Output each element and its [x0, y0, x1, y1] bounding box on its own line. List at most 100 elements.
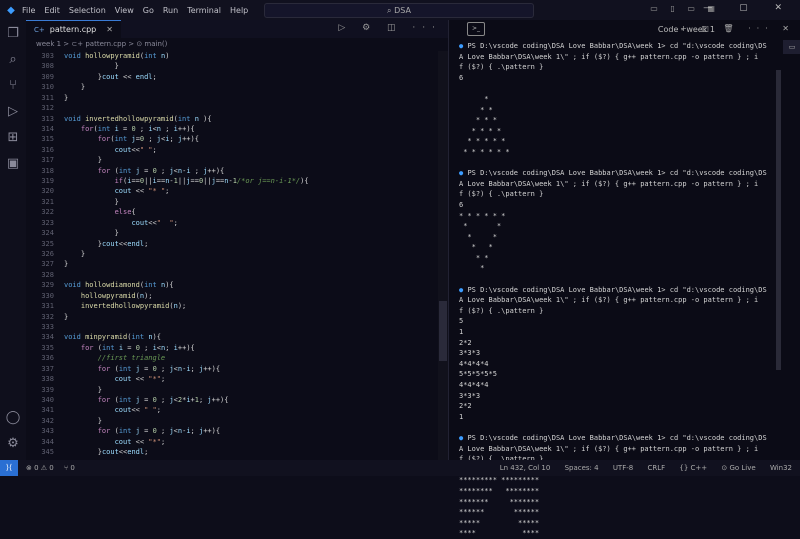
account-icon[interactable]: ◯ [0, 404, 26, 430]
code-view[interactable]: 303 void hollowpyramid(int n) 308 } 309 }co… [26, 51, 436, 457]
code-line[interactable]: 314 for(int i = 0 ; i<n ; i++){ [26, 124, 436, 134]
code-line[interactable]: 308 } [26, 61, 436, 71]
code-line[interactable]: 322 else{ [26, 207, 436, 217]
code-line[interactable]: 327} [26, 259, 436, 269]
panel-actions[interactable]: + ◫ 🗑 ··· ✕ [680, 24, 795, 33]
close-tab-icon[interactable]: ✕ [106, 25, 113, 34]
search-icon[interactable]: ⌕ [0, 46, 26, 72]
command-search[interactable]: ⌕ DSA [264, 3, 534, 18]
code-text[interactable]: }cout<<endl; [64, 447, 149, 457]
code-line[interactable]: 343 for (int j = 0 ; j<n-i; j++){ [26, 426, 436, 436]
editor-toolbar[interactable]: ▷ ⚙ ◫ ··· [338, 23, 442, 33]
menu-item-selection[interactable]: Selection [69, 6, 106, 15]
platform[interactable]: Win32 [770, 464, 792, 472]
menu-item-run[interactable]: Run [163, 6, 178, 15]
code-line[interactable]: 319 if(i==0||i==n-1||j==0||j==n-1/*or j=… [26, 176, 436, 186]
language-mode[interactable]: {} C++ [679, 464, 707, 472]
code-line[interactable]: 337 for (int j = 0 ; j<n-i; j++){ [26, 364, 436, 374]
code-line[interactable]: 332} [26, 312, 436, 322]
code-line[interactable]: 303 void hollowpyramid(int n) [26, 51, 436, 61]
code-line[interactable]: 315 for(int j=0 ; j<i; j++){ [26, 134, 436, 144]
code-line[interactable]: 312 [26, 103, 436, 113]
code-text[interactable]: cout<< " "; [64, 405, 161, 415]
code-line[interactable]: 340 for (int j = 0 ; j<2*i+1; j++){ [26, 395, 436, 405]
code-text[interactable]: for(int i = 0 ; i<n ; i++){ [64, 124, 195, 134]
go-live-button[interactable]: ⊙ Go Live [721, 464, 755, 472]
menu-item-edit[interactable]: Edit [44, 6, 60, 15]
code-line[interactable]: 320 cout << "* "; [26, 186, 436, 196]
code-text[interactable]: cout << "* "; [64, 186, 170, 196]
code-line[interactable]: 316 cout<<" "; [26, 145, 436, 155]
code-text[interactable]: }cout<<endl; [64, 239, 149, 249]
indentation[interactable]: Spaces: 4 [565, 464, 599, 472]
code-line[interactable]: 309 }cout << endl; [26, 72, 436, 82]
code-text[interactable]: } [64, 82, 85, 92]
editor-scrollbar[interactable] [438, 51, 448, 460]
code-text[interactable]: cout<<" "; [64, 145, 157, 155]
code-text[interactable]: void hollowpyramid(int n) [64, 51, 169, 61]
code-text[interactable]: for (int j = 0 ; j<n-i; j++){ [64, 364, 220, 374]
code-line[interactable]: 344 cout << "*"; [26, 437, 436, 447]
code-line[interactable]: 321 } [26, 197, 436, 207]
menu-item-file[interactable]: File [22, 6, 35, 15]
breadcrumb[interactable]: week 1 > ⊂+ pattern.cpp > ⊙ main() [26, 38, 448, 50]
code-line[interactable]: 339 } [26, 385, 436, 395]
code-line[interactable]: 313 void invertedhollowpyramid(int n ){ [26, 114, 436, 124]
code-line[interactable]: 318 for (int j = 0 ; j<n-i ; j++){ [26, 166, 436, 176]
extensions-icon[interactable]: ⊞ [0, 124, 26, 150]
code-line[interactable]: 334 void minpyramid(int n){ [26, 332, 436, 342]
encoding[interactable]: UTF-8 [613, 464, 633, 472]
code-line[interactable]: 333 [26, 322, 436, 332]
remote-indicator-icon[interactable]: ⟩⟨ [0, 460, 18, 476]
source-control-icon[interactable]: ⑂ [0, 72, 26, 98]
code-text[interactable]: for (int i = 0 ; i<n; i++){ [64, 343, 195, 353]
code-text[interactable]: cout << "*"; [64, 374, 166, 384]
terminal-icon[interactable]: >_ [467, 22, 485, 36]
terminal-entry-icon[interactable]: ▭ [783, 40, 800, 54]
problems-count[interactable]: ⊗ 0 ⚠ 0 [26, 464, 54, 472]
code-line[interactable]: 336 //first triangle [26, 353, 436, 363]
code-text[interactable]: } [64, 61, 119, 71]
code-text[interactable]: } [64, 93, 68, 103]
code-text[interactable]: void hollowdiamond(int n){ [64, 280, 174, 290]
code-line[interactable]: 323 cout<<" "; [26, 218, 436, 228]
menu-item-view[interactable]: View [115, 6, 134, 15]
code-text[interactable]: } [64, 312, 68, 322]
code-text[interactable]: } [64, 259, 68, 269]
window-controls[interactable]: — ▢ ✕ [703, 3, 794, 13]
code-line[interactable]: 338 cout << "*"; [26, 374, 436, 384]
code-line[interactable]: 331 invertedhollowpyramid(n); [26, 301, 436, 311]
code-text[interactable]: void invertedhollowpyramid(int n ){ [64, 114, 212, 124]
code-line[interactable]: 335 for (int i = 0 ; i<n; i++){ [26, 343, 436, 353]
code-text[interactable]: } [64, 385, 102, 395]
code-text[interactable]: for (int j = 0 ; j<n-i ; j++){ [64, 166, 225, 176]
menu-item-terminal[interactable]: Terminal [187, 6, 221, 15]
code-text[interactable]: cout<<" "; [64, 218, 177, 228]
code-text[interactable]: cout << "*"; [64, 437, 166, 447]
code-text[interactable]: }cout << endl; [64, 72, 157, 82]
explorer-icon[interactable]: ❐ [0, 20, 26, 46]
scroll-thumb[interactable] [439, 301, 447, 361]
code-line[interactable]: 329 void hollowdiamond(int n){ [26, 280, 436, 290]
code-text[interactable]: void minpyramid(int n){ [64, 332, 161, 342]
code-line[interactable]: 330 hollowpyramid(n); [26, 291, 436, 301]
run-debug-icon[interactable]: ▷ [0, 98, 26, 124]
code-text[interactable]: } [64, 155, 102, 165]
code-text[interactable]: else{ [64, 207, 136, 217]
code-line[interactable]: 317 } [26, 155, 436, 165]
code-text[interactable]: } [64, 197, 119, 207]
code-text[interactable]: } [64, 249, 85, 259]
code-text[interactable]: if(i==0||i==n-1||j==0||j==n-1/*or j==n-i… [64, 176, 309, 186]
code-text[interactable]: } [64, 228, 119, 238]
code-text[interactable]: invertedhollowpyramid(n); [64, 301, 186, 311]
menu-item-help[interactable]: Help [230, 6, 248, 15]
terminal-scrollbar[interactable] [776, 70, 781, 370]
ports-count[interactable]: ⑂ 0 [64, 464, 75, 472]
code-line[interactable]: 310 } [26, 82, 436, 92]
code-text[interactable]: for (int j = 0 ; j<2*i+1; j++){ [64, 395, 229, 405]
code-line[interactable]: 311} [26, 93, 436, 103]
tab-pattern-cpp[interactable]: C+ pattern.cpp ✕ [26, 20, 121, 38]
code-line[interactable]: 325 }cout<<endl; [26, 239, 436, 249]
remote-icon[interactable]: ▣ [0, 150, 26, 176]
code-text[interactable]: for(int j=0 ; j<i; j++){ [64, 134, 199, 144]
